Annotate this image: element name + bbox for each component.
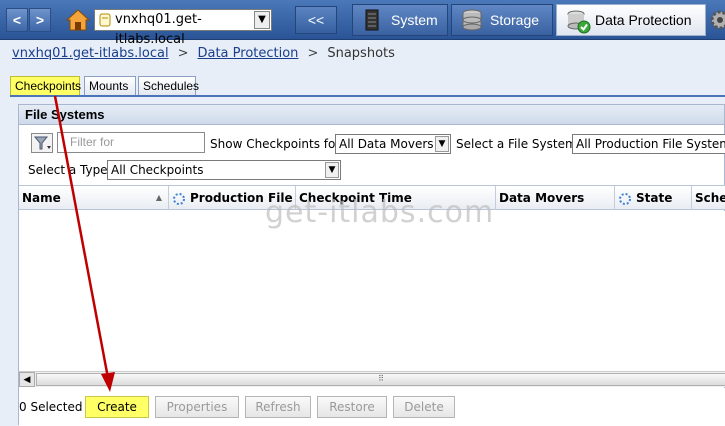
select-type-label: Select a Type bbox=[28, 163, 108, 177]
type-value: All Checkpoints bbox=[111, 163, 204, 177]
filter-input[interactable]: Filter for bbox=[57, 132, 205, 153]
column-header-schedule[interactable]: Sched bbox=[692, 186, 725, 210]
tab-divider bbox=[10, 95, 725, 97]
file-systems-panel: File Systems Filter for Show Checkpoints… bbox=[18, 104, 725, 426]
file-system-select[interactable]: All Production File Systems bbox=[572, 134, 725, 154]
forward-button[interactable]: > bbox=[29, 8, 51, 32]
gear-icon[interactable] bbox=[708, 8, 725, 32]
grid-header: Name ▲ Production File S... Checkpoint T… bbox=[19, 185, 725, 210]
nav-tab-storage[interactable]: Storage bbox=[451, 4, 553, 36]
grid-body[interactable] bbox=[19, 211, 725, 371]
breadcrumb-current: Snapshots bbox=[327, 46, 395, 61]
data-movers-value: All Data Movers bbox=[339, 137, 434, 151]
column-header-state[interactable]: State bbox=[615, 186, 692, 210]
top-navigation-bar: < > vnxhq01.get-itlabs.local ▼ << System bbox=[0, 0, 725, 47]
breadcrumb-system-link[interactable]: vnxhq01.get-itlabs.local bbox=[12, 46, 169, 61]
delete-button[interactable]: Delete bbox=[393, 396, 455, 418]
nav-tab-system[interactable]: System bbox=[352, 4, 448, 36]
system-selector[interactable]: vnxhq01.get-itlabs.local ▼ bbox=[94, 9, 272, 47]
select-file-system-label: Select a File System bbox=[456, 137, 577, 151]
type-select[interactable]: All Checkpoints ▼ bbox=[107, 160, 341, 180]
column-header-data-movers[interactable]: Data Movers bbox=[496, 186, 615, 210]
storage-icon bbox=[462, 9, 482, 31]
column-header-name[interactable]: Name ▲ bbox=[19, 186, 169, 210]
file-system-value: All Production File Systems bbox=[576, 137, 725, 151]
horizontal-scrollbar[interactable]: ◀ ⠿ bbox=[19, 371, 725, 387]
create-button[interactable]: Create bbox=[85, 396, 149, 418]
home-icon bbox=[65, 9, 91, 31]
column-header-checkpoint-time[interactable]: Checkpoint Time bbox=[296, 186, 496, 210]
breadcrumb-data-protection-link[interactable]: Data Protection bbox=[197, 46, 298, 61]
column-data-movers-label: Data Movers bbox=[499, 191, 585, 205]
nav-tab-data-protection-label: Data Protection bbox=[595, 12, 692, 28]
refresh-button[interactable]: Refresh bbox=[245, 396, 311, 418]
chevron-down-icon: ▼ bbox=[435, 136, 449, 152]
chevron-down-icon: ▼ bbox=[325, 162, 339, 178]
panel-title: File Systems bbox=[19, 105, 724, 125]
collapse-nav-button[interactable]: << bbox=[295, 6, 337, 34]
footer-toolbar: 0 Selected Create Properties Refresh Res… bbox=[19, 388, 725, 426]
database-icon bbox=[99, 13, 111, 27]
nav-tab-system-label: System bbox=[391, 12, 438, 28]
nav-tab-data-protection[interactable]: Data Protection bbox=[556, 4, 706, 36]
restore-button[interactable]: Restore bbox=[317, 396, 387, 418]
server-icon bbox=[365, 9, 379, 31]
column-checkpoint-time-label: Checkpoint Time bbox=[299, 191, 412, 205]
column-name-label: Name bbox=[22, 191, 61, 205]
chevron-down-icon[interactable]: ▼ bbox=[254, 11, 270, 29]
sort-ascending-icon: ▲ bbox=[155, 193, 162, 202]
tab-checkpoints[interactable]: Checkpoints bbox=[10, 76, 81, 96]
scrollbar-thumb[interactable]: ⠿ bbox=[36, 373, 725, 386]
data-movers-select[interactable]: All Data Movers ▼ bbox=[335, 134, 451, 154]
data-protection-icon bbox=[567, 10, 591, 34]
selected-count: 0 Selected bbox=[19, 400, 83, 414]
properties-button[interactable]: Properties bbox=[155, 396, 239, 418]
column-state-label: State bbox=[636, 191, 673, 205]
column-header-production-fs[interactable]: Production File S... bbox=[169, 186, 296, 210]
system-selector-value: vnxhq01.get-itlabs.local bbox=[115, 12, 202, 47]
scroll-left-icon[interactable]: ◀ bbox=[19, 372, 35, 387]
loading-spinner-icon bbox=[619, 192, 631, 205]
column-production-fs-label: Production File S... bbox=[190, 191, 295, 205]
home-button[interactable] bbox=[64, 6, 92, 34]
column-schedule-label: Sched bbox=[695, 191, 725, 205]
back-button[interactable]: < bbox=[6, 8, 28, 32]
loading-spinner-icon bbox=[173, 192, 185, 205]
tab-mounts[interactable]: Mounts bbox=[84, 76, 136, 96]
breadcrumb-separator: > bbox=[307, 46, 319, 61]
filter-icon bbox=[33, 136, 51, 150]
breadcrumb: vnxhq01.get-itlabs.local > Data Protection… bbox=[12, 46, 395, 61]
tab-schedules[interactable]: Schedules bbox=[138, 76, 199, 96]
breadcrumb-separator: > bbox=[177, 46, 189, 61]
filter-button[interactable] bbox=[31, 133, 53, 153]
nav-tab-storage-label: Storage bbox=[490, 12, 540, 28]
show-checkpoints-label: Show Checkpoints for bbox=[210, 137, 341, 151]
